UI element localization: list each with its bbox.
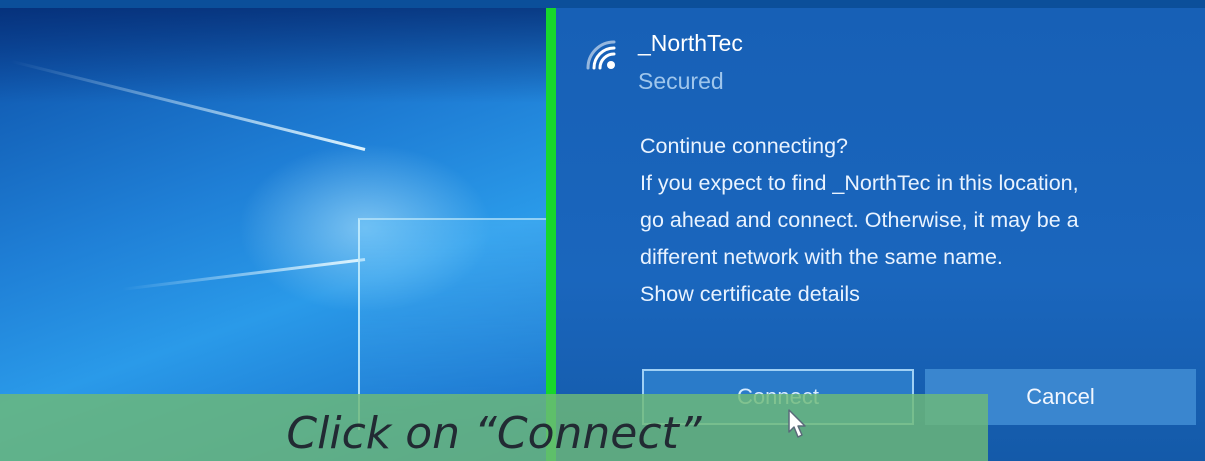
- screen: _NorthTec Secured Continue connecting? I…: [0, 0, 1205, 461]
- message-line: If you expect to find _NorthTec in this …: [640, 171, 1079, 195]
- light-beam: [121, 258, 366, 291]
- network-name: _NorthTec: [638, 30, 743, 56]
- wallpaper-shadow: [0, 8, 546, 103]
- instruction-caption: Click on “Connect”: [286, 408, 702, 459]
- message-line: different network with the same name.: [640, 245, 1003, 269]
- wifi-signal-icon: [586, 40, 616, 70]
- show-certificate-link[interactable]: Show certificate details: [640, 276, 1200, 313]
- question-text: Continue connecting?: [640, 134, 848, 158]
- connection-message: Continue connecting? If you expect to fi…: [640, 128, 1200, 313]
- mouse-cursor-icon: [788, 409, 806, 438]
- network-status: Secured: [638, 68, 724, 94]
- message-line: go ahead and connect. Otherwise, it may …: [640, 208, 1079, 232]
